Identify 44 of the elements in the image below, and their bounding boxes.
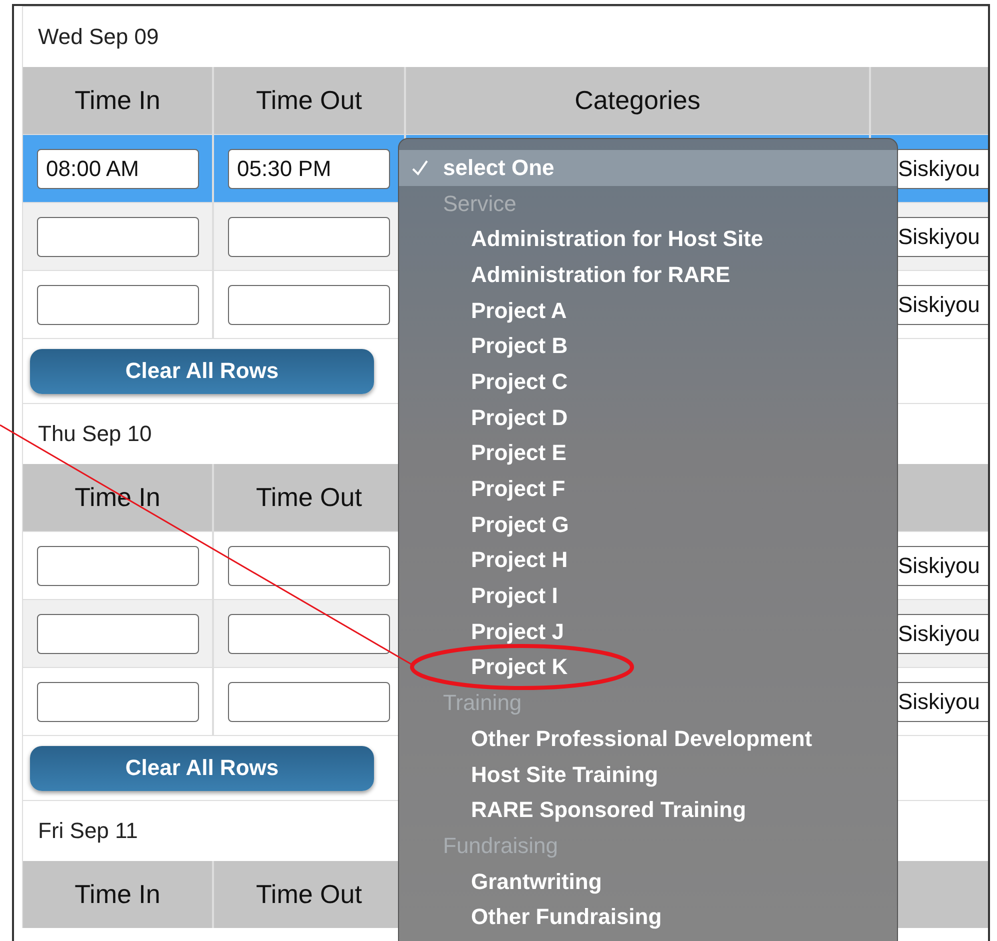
time-in-field[interactable]: 08:00 AM <box>37 148 199 188</box>
column-header: Time In <box>23 861 214 928</box>
dropdown-option[interactable]: Other Professional Development <box>399 721 897 757</box>
location-field[interactable]: Siskiyou <box>895 682 988 722</box>
dropdown-option[interactable]: Project D <box>399 400 897 436</box>
dropdown-option[interactable]: select One <box>399 150 897 186</box>
time-out-field[interactable] <box>228 546 390 586</box>
dropdown-option[interactable]: Project K <box>399 650 897 686</box>
date-label: Fri Sep 11 <box>38 818 138 844</box>
clear-rows-button[interactable]: Clear All Rows <box>30 348 374 394</box>
time-out-field[interactable] <box>228 284 390 324</box>
location-field[interactable]: Siskiyou <box>895 546 988 586</box>
location-field[interactable]: Siskiyou <box>895 284 988 324</box>
dropdown-option[interactable]: Project I <box>399 578 897 614</box>
checkmark-icon <box>411 158 429 177</box>
time-in-field[interactable] <box>37 546 199 586</box>
dropdown-option[interactable]: Administration for Host Site <box>399 221 897 258</box>
dropdown-option[interactable]: Project C <box>399 364 897 400</box>
time-in-field[interactable] <box>37 614 199 654</box>
option-group-label: Service <box>442 190 518 218</box>
location-field[interactable]: Siskiyou <box>895 614 988 654</box>
time-out-field[interactable] <box>228 682 390 722</box>
date-label: Wed Sep 09 <box>38 24 159 50</box>
time-in-field[interactable] <box>37 682 199 722</box>
time-in-field[interactable] <box>37 216 199 256</box>
clear-rows-button[interactable]: Clear All Rows <box>30 746 374 790</box>
time-out-field[interactable] <box>228 216 390 256</box>
dropdown-option[interactable]: Project J <box>399 614 897 650</box>
dropdown-option[interactable]: Project B <box>399 328 897 364</box>
column-header: Time In <box>23 67 214 134</box>
time-out-field[interactable]: 05:30 PM <box>228 148 390 188</box>
date-label: Thu Sep 10 <box>38 421 152 447</box>
dropdown-option[interactable]: Project H <box>399 542 897 578</box>
dropdown-option[interactable]: Project A <box>399 292 897 328</box>
time-out-field[interactable] <box>228 614 390 654</box>
dropdown-option[interactable]: RARE Sponsored Training <box>399 792 897 828</box>
dropdown-option[interactable]: Host Site Training <box>399 756 897 792</box>
dropdown-option[interactable]: Administration for RARE <box>399 257 897 293</box>
location-field[interactable]: Siskiyou <box>895 216 988 256</box>
column-header: Categories <box>406 67 871 134</box>
column-header: Time Out <box>214 67 406 134</box>
time-in-field[interactable] <box>37 284 199 324</box>
location-field[interactable]: Siskiyou <box>895 148 988 188</box>
column-header: Time In <box>23 464 214 531</box>
